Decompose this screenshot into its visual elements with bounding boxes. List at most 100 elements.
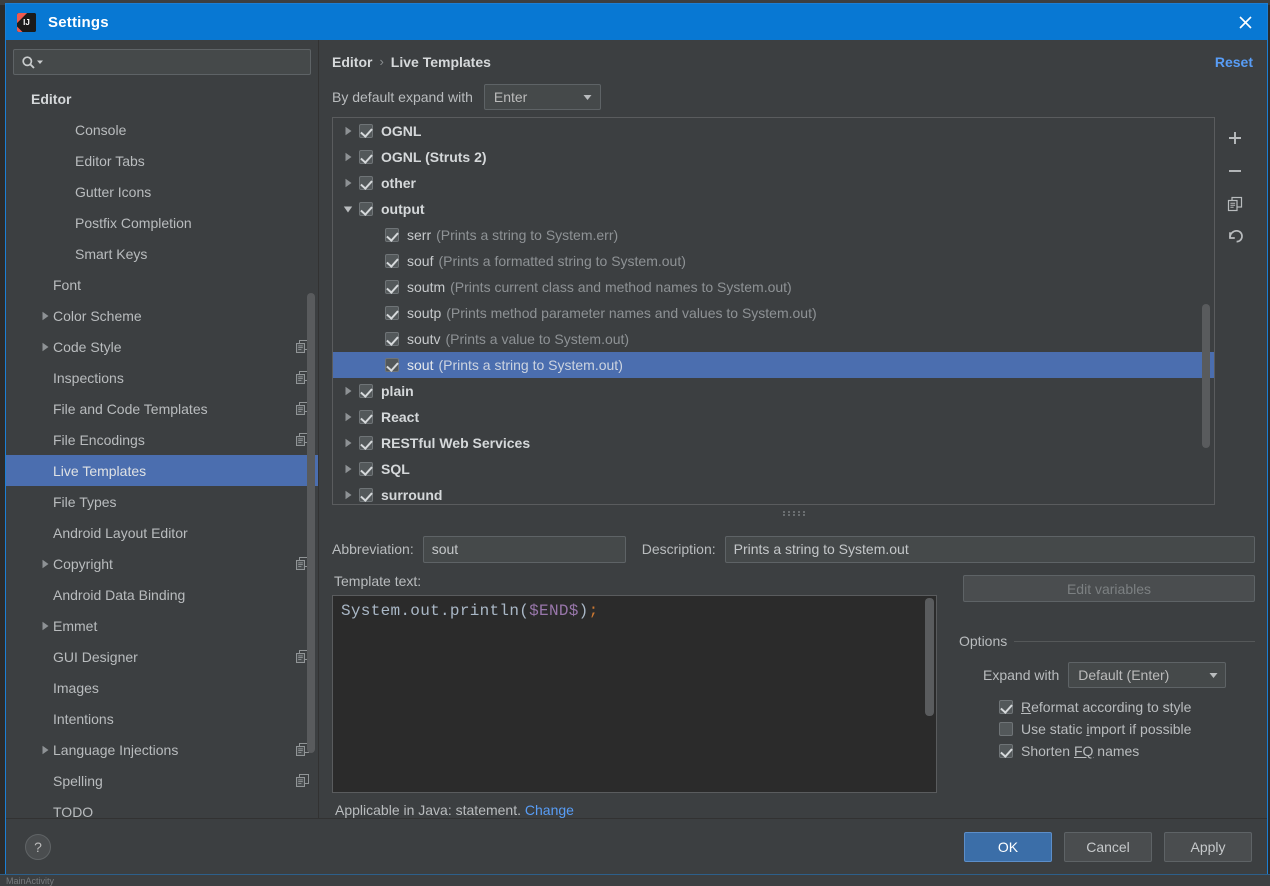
sidebar-item-spelling[interactable]: Spelling xyxy=(6,765,318,796)
sidebar-item-language-injections[interactable]: Language Injections xyxy=(6,734,318,765)
chevron-right-icon[interactable] xyxy=(337,152,359,162)
revert-template-button[interactable] xyxy=(1222,225,1248,249)
template-row-soutv[interactable]: soutv (Prints a value to System.out) xyxy=(333,326,1214,352)
template-row-ognl[interactable]: OGNL xyxy=(333,118,1214,144)
template-row-restful-web-services[interactable]: RESTful Web Services xyxy=(333,430,1214,456)
chevron-right-icon[interactable] xyxy=(337,126,359,136)
sidebar-item-android-data-binding[interactable]: Android Data Binding xyxy=(6,579,318,610)
chevron-right-icon[interactable] xyxy=(38,342,53,352)
sidebar-item-emmet[interactable]: Emmet xyxy=(6,610,318,641)
sidebar-tree[interactable]: Editor Console Editor Tabs Gutter Icons Post… xyxy=(6,81,318,818)
chevron-right-icon[interactable] xyxy=(337,490,359,500)
search-box[interactable] xyxy=(13,49,311,75)
template-enabled-checkbox[interactable] xyxy=(359,436,373,450)
option-checkbox-use-static-import-if-possible[interactable]: Use static import if possible xyxy=(955,718,1255,740)
sidebar-item-inspections[interactable]: Inspections xyxy=(6,362,318,393)
edit-variables-button[interactable]: Edit variables xyxy=(963,575,1255,602)
template-enabled-checkbox[interactable] xyxy=(385,306,399,320)
chevron-right-icon[interactable] xyxy=(337,464,359,474)
ok-button[interactable]: OK xyxy=(964,831,1052,862)
sidebar-item-smart-keys[interactable]: Smart Keys xyxy=(6,238,318,269)
add-template-button[interactable] xyxy=(1222,126,1248,150)
chevron-down-icon[interactable] xyxy=(337,205,359,214)
checkbox-box[interactable] xyxy=(999,722,1013,736)
sidebar-item-live-templates[interactable]: Live Templates xyxy=(6,455,318,486)
sidebar-item-file-encodings[interactable]: File Encodings xyxy=(6,424,318,455)
sidebar-item-intentions[interactable]: Intentions xyxy=(6,703,318,734)
template-enabled-checkbox[interactable] xyxy=(359,462,373,476)
sidebar-item-copyright[interactable]: Copyright xyxy=(6,548,318,579)
cancel-button[interactable]: Cancel xyxy=(1064,831,1152,862)
chevron-right-icon[interactable] xyxy=(337,386,359,396)
sidebar-item-file-types[interactable]: File Types xyxy=(6,486,318,517)
default-expand-combobox[interactable]: Enter xyxy=(483,84,601,110)
template-row-ognl-struts-2-[interactable]: OGNL (Struts 2) xyxy=(333,144,1214,170)
template-enabled-checkbox[interactable] xyxy=(385,280,399,294)
sidebar-item-editor[interactable]: Editor xyxy=(6,83,318,114)
description-input[interactable] xyxy=(724,535,1255,563)
chevron-right-icon[interactable] xyxy=(337,178,359,188)
help-button[interactable]: ? xyxy=(25,833,51,860)
chevron-right-icon[interactable] xyxy=(337,412,359,422)
search-input[interactable] xyxy=(48,54,303,70)
sidebar-item-file-and-code-templates[interactable]: File and Code Templates xyxy=(6,393,318,424)
option-checkbox-shorten-fq-names[interactable]: Shorten FQ names xyxy=(955,740,1255,762)
template-text-editor[interactable]: System.out.println($END$); xyxy=(332,595,937,793)
sidebar-item-editor-tabs[interactable]: Editor Tabs xyxy=(6,145,318,176)
template-enabled-checkbox[interactable] xyxy=(359,176,373,190)
sidebar-item-postfix-completion[interactable]: Postfix Completion xyxy=(6,207,318,238)
template-row-sout[interactable]: sout (Prints a string to System.out) xyxy=(333,352,1214,378)
template-enabled-checkbox[interactable] xyxy=(359,410,373,424)
chevron-right-icon[interactable] xyxy=(38,621,53,631)
close-icon[interactable] xyxy=(1231,8,1259,36)
sidebar-item-code-style[interactable]: Code Style xyxy=(6,331,318,362)
chevron-right-icon[interactable] xyxy=(38,745,53,755)
chevron-right-icon[interactable] xyxy=(337,438,359,448)
template-enabled-checkbox[interactable] xyxy=(359,150,373,164)
template-row-other[interactable]: other xyxy=(333,170,1214,196)
remove-template-button[interactable] xyxy=(1222,159,1248,183)
template-row-output[interactable]: output xyxy=(333,196,1214,222)
sidebar-scrollbar-thumb[interactable] xyxy=(307,293,315,753)
template-row-soutp[interactable]: soutp (Prints method parameter names and … xyxy=(333,300,1214,326)
template-row-soutm[interactable]: soutm (Prints current class and method na… xyxy=(333,274,1214,300)
template-tree-scrollbar-thumb[interactable] xyxy=(1202,304,1210,448)
template-enabled-checkbox[interactable] xyxy=(359,384,373,398)
reset-link[interactable]: Reset xyxy=(1215,54,1255,70)
duplicate-template-button[interactable] xyxy=(1222,192,1248,216)
template-enabled-checkbox[interactable] xyxy=(359,124,373,138)
abbreviation-input[interactable] xyxy=(422,535,626,563)
change-context-link[interactable]: Change xyxy=(525,802,574,818)
template-enabled-checkbox[interactable] xyxy=(385,358,399,372)
sidebar-item-android-layout-editor[interactable]: Android Layout Editor xyxy=(6,517,318,548)
template-enabled-checkbox[interactable] xyxy=(385,332,399,346)
sidebar-item-gutter-icons[interactable]: Gutter Icons xyxy=(6,176,318,207)
breadcrumb-item-editor[interactable]: Editor xyxy=(332,54,372,70)
template-enabled-checkbox[interactable] xyxy=(385,254,399,268)
template-enabled-checkbox[interactable] xyxy=(359,202,373,216)
expand-with-combobox[interactable]: Default (Enter) xyxy=(1068,662,1227,688)
template-tree[interactable]: OGNL OGNL (Struts 2) other output serr (Print… xyxy=(332,117,1215,505)
option-checkbox-reformat-according-to-style[interactable]: Reformat according to style xyxy=(955,696,1255,718)
sidebar-item-font[interactable]: Font xyxy=(6,269,318,300)
apply-button[interactable]: Apply xyxy=(1164,831,1252,862)
sidebar-item-todo[interactable]: TODO xyxy=(6,796,318,819)
sidebar-item-images[interactable]: Images xyxy=(6,672,318,703)
template-row-plain[interactable]: plain xyxy=(333,378,1214,404)
template-row-sql[interactable]: SQL xyxy=(333,456,1214,482)
search-dropdown-chevron-down-icon[interactable] xyxy=(36,58,44,66)
template-enabled-checkbox[interactable] xyxy=(385,228,399,242)
template-row-souf[interactable]: souf (Prints a formatted string to System… xyxy=(333,248,1214,274)
editor-scrollbar-thumb[interactable] xyxy=(925,598,934,716)
checkbox-box[interactable] xyxy=(999,700,1013,714)
template-row-serr[interactable]: serr (Prints a string to System.err) xyxy=(333,222,1214,248)
sidebar-item-color-scheme[interactable]: Color Scheme xyxy=(6,300,318,331)
splitter-handle[interactable] xyxy=(332,506,1255,517)
sidebar-item-console[interactable]: Console xyxy=(6,114,318,145)
checkbox-box[interactable] xyxy=(999,744,1013,758)
template-row-react[interactable]: React xyxy=(333,404,1214,430)
template-row-surround[interactable]: surround xyxy=(333,482,1214,504)
chevron-right-icon[interactable] xyxy=(38,311,53,321)
template-enabled-checkbox[interactable] xyxy=(359,488,373,502)
sidebar-item-gui-designer[interactable]: GUI Designer xyxy=(6,641,318,672)
